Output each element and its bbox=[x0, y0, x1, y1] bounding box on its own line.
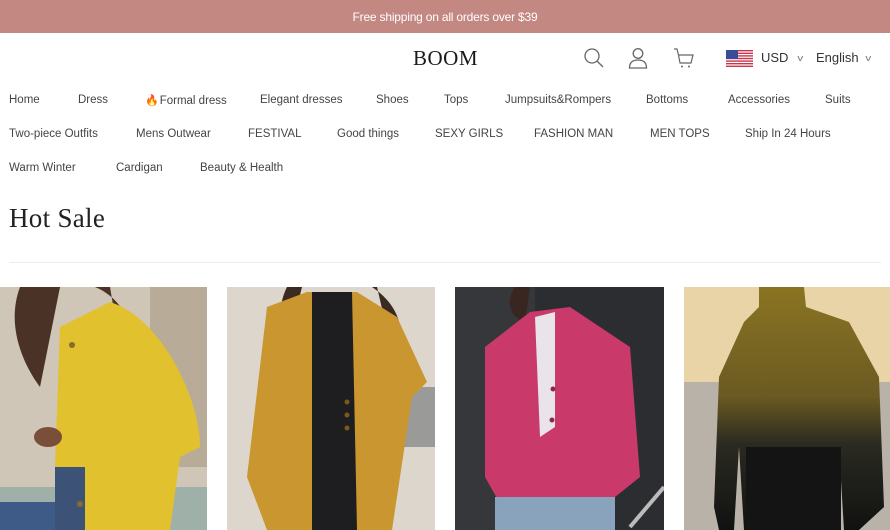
fire-icon: 🔥 bbox=[145, 95, 159, 107]
fuchsia-blazer-striped-shirt-photo bbox=[455, 287, 664, 530]
section-divider bbox=[9, 262, 881, 263]
nav-row-2: Two-piece Outfits Mens Outwear FESTIVAL … bbox=[0, 119, 890, 153]
mustard-lapel-long-coat-photo bbox=[227, 287, 435, 530]
nav-item-two-piece-outfits[interactable]: Two-piece Outfits bbox=[9, 128, 98, 140]
nav-item-fashion-man[interactable]: FASHION MAN bbox=[534, 128, 613, 140]
nav-item-jumpsuits-rompers[interactable]: Jumpsuits&Rompers bbox=[505, 94, 611, 106]
nav-item-mens-outwear[interactable]: Mens Outwear bbox=[136, 128, 211, 140]
cart-icon[interactable] bbox=[673, 47, 695, 69]
nav-item-festival[interactable]: FESTIVAL bbox=[248, 128, 301, 140]
language-selector[interactable]: English v bbox=[816, 50, 871, 65]
nav-item-accessories[interactable]: Accessories bbox=[728, 94, 790, 106]
nav-item-dress[interactable]: Dress bbox=[78, 94, 108, 106]
nav-item-elegant-dresses[interactable]: Elegant dresses bbox=[260, 94, 342, 106]
nav-item-shoes[interactable]: Shoes bbox=[376, 94, 409, 106]
yellow-stand-collar-blazer-photo bbox=[0, 287, 207, 530]
product-card[interactable] bbox=[227, 287, 435, 530]
product-card[interactable] bbox=[455, 287, 664, 530]
nav-item-bottoms[interactable]: Bottoms bbox=[646, 94, 688, 106]
search-icon[interactable] bbox=[583, 47, 605, 69]
nav-item-warm-winter[interactable]: Warm Winter bbox=[9, 162, 76, 174]
nav-item-good-things[interactable]: Good things bbox=[337, 128, 399, 140]
nav-item-home[interactable]: Home bbox=[9, 94, 40, 106]
chevron-down-icon: v bbox=[864, 52, 871, 63]
nav-item-beauty-health[interactable]: Beauty & Health bbox=[200, 162, 283, 174]
nav-item-sexy-girls[interactable]: SEXY GIRLS bbox=[435, 128, 503, 140]
us-flag-icon[interactable] bbox=[726, 50, 753, 67]
currency-selector[interactable]: USD v bbox=[761, 50, 804, 65]
product-card[interactable] bbox=[0, 287, 207, 530]
announcement-bar: Free shipping on all orders over $39 bbox=[0, 0, 890, 33]
site-logo[interactable]: BOOM bbox=[413, 46, 478, 71]
language-value: English bbox=[816, 50, 859, 65]
nav-item-cardigan[interactable]: Cardigan bbox=[116, 162, 163, 174]
site-header: BOOM USD v English v bbox=[0, 33, 890, 85]
announcement-text: Free shipping on all orders over $39 bbox=[352, 9, 538, 24]
account-icon[interactable] bbox=[627, 47, 649, 69]
chevron-down-icon: v bbox=[797, 52, 804, 63]
nav-item-label: Formal dress bbox=[159, 95, 227, 107]
nav-row-3: Warm Winter Cardigan Beauty & Health bbox=[0, 153, 890, 187]
nav-item-formal-dress[interactable]: 🔥Formal dress bbox=[145, 94, 227, 107]
nav-item-men-tops[interactable]: MEN TOPS bbox=[650, 128, 710, 140]
section-title: Hot Sale bbox=[9, 203, 106, 233]
nav-item-ship-in-24-hours[interactable]: Ship In 24 Hours bbox=[745, 128, 831, 140]
product-card[interactable] bbox=[684, 287, 890, 530]
nav-row-1: Home Dress 🔥Formal dress Elegant dresses… bbox=[0, 85, 890, 119]
gold-metallic-turtleneck-photo bbox=[684, 287, 890, 530]
nav-item-suits[interactable]: Suits bbox=[825, 94, 851, 106]
currency-value: USD bbox=[761, 50, 789, 65]
nav-item-tops[interactable]: Tops bbox=[444, 94, 468, 106]
